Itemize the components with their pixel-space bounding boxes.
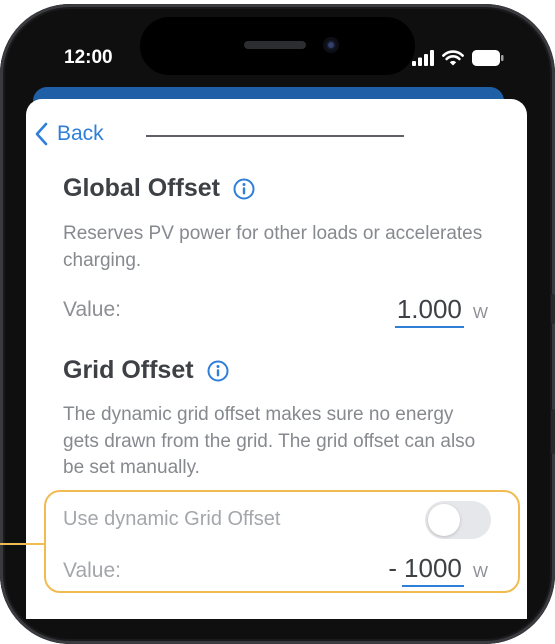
global-offset-description: Reserves PV power for other loads or acc… — [63, 223, 483, 271]
signal-icon — [412, 50, 434, 66]
dynamic-grid-offset-toggle[interactable] — [425, 501, 491, 539]
global-offset-title: Global Offset — [63, 174, 255, 203]
sheet-divider — [146, 135, 404, 137]
camera-icon — [323, 37, 339, 53]
global-offset-unit: W — [472, 305, 488, 322]
back-label: Back — [57, 122, 104, 145]
grid-offset-value-field[interactable]: - 1000 W — [388, 553, 488, 587]
global-offset-value-input[interactable]: 1.000 — [394, 294, 464, 328]
info-icon[interactable] — [233, 178, 255, 200]
grid-offset-unit: W — [472, 564, 488, 581]
grid-offset-title-text: Grid Offset — [63, 356, 194, 384]
grid-offset-value-label: Value: — [63, 559, 121, 582]
side-button — [551, 294, 555, 324]
global-offset-value-field[interactable]: 1.000 W — [394, 294, 488, 328]
battery-icon — [472, 50, 504, 66]
callout-connector-line — [0, 543, 45, 545]
grid-offset-sign: - — [388, 553, 398, 583]
status-time: 12:00 — [64, 47, 113, 68]
grid-offset-title: Grid Offset — [63, 356, 229, 385]
global-offset-value-label: Value: — [63, 298, 121, 321]
dynamic-grid-offset-label: Use dynamic Grid Offset — [63, 508, 281, 530]
grid-offset-description: The dynamic grid offset makes sure no en… — [63, 404, 476, 478]
info-icon[interactable] — [207, 360, 229, 382]
toggle-knob — [428, 504, 460, 536]
back-button[interactable]: Back — [35, 122, 104, 146]
side-button — [551, 409, 555, 454]
global-offset-title-text: Global Offset — [63, 174, 220, 202]
wifi-icon — [442, 50, 464, 66]
grid-offset-value-input[interactable]: 1000 — [402, 553, 464, 587]
chevron-left-icon — [35, 122, 48, 146]
speaker-grille — [244, 41, 306, 49]
